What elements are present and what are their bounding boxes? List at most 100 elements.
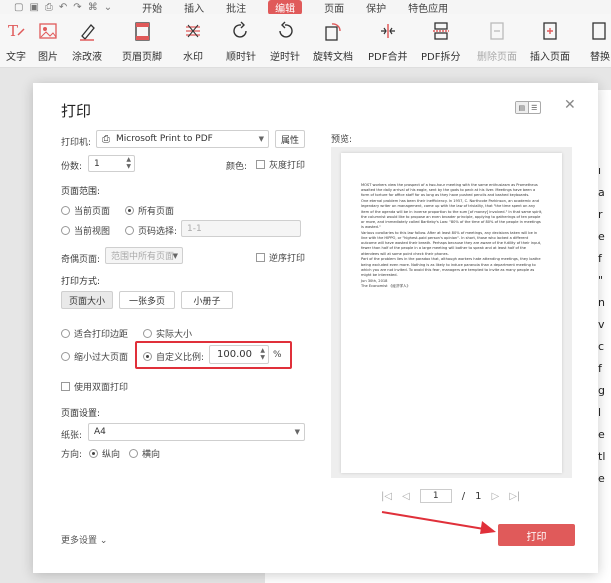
- mode-page-size-button[interactable]: 页面大小: [61, 291, 113, 309]
- copies-stepper[interactable]: 1 ▲ ▼: [88, 155, 135, 172]
- radio-actual-size[interactable]: 实际大小: [143, 327, 192, 340]
- pdf-merge-button[interactable]: PDF合并: [368, 20, 407, 63]
- paper-select[interactable]: A4 ▼: [88, 423, 305, 441]
- pdf-split-button[interactable]: PDF拆分: [421, 20, 460, 63]
- format-painter-icon[interactable]: ⌘: [88, 2, 98, 13]
- duplex-checkbox[interactable]: 使用双面打印: [61, 380, 128, 393]
- undo-icon[interactable]: ↶: [59, 2, 67, 13]
- view-list-icon[interactable]: ☰: [529, 102, 541, 113]
- more-settings-link[interactable]: 更多设置 ⌄: [61, 533, 107, 546]
- save-icon[interactable]: ▣: [29, 2, 38, 13]
- image-icon: [37, 20, 59, 42]
- page-number-input[interactable]: 1: [419, 489, 452, 503]
- view-single-icon[interactable]: ▤: [516, 102, 529, 113]
- grayscale-label: 灰度打印: [269, 161, 306, 171]
- radio-fit-margin[interactable]: 适合打印边距: [61, 327, 128, 340]
- rotate-clockwise-label: 顺时针: [226, 52, 256, 63]
- page-range-input[interactable]: 1-1: [181, 220, 301, 237]
- odd-even-select[interactable]: 范围中所有页面 ▼: [105, 247, 183, 264]
- insert-page-button[interactable]: 插入页面: [530, 20, 570, 63]
- radio-circle[interactable]: [125, 226, 134, 235]
- preview-page: MOST workers view the prospect of a two-…: [341, 153, 562, 473]
- rotate-counterclockwise-label: 逆时针: [270, 52, 300, 63]
- rotate-clockwise-button[interactable]: 顺时针: [226, 20, 256, 63]
- first-page-icon[interactable]: |◁: [381, 491, 392, 502]
- header-footer-button[interactable]: 页眉页脚: [122, 20, 162, 63]
- preview-paragraph: The Economist 《经济学人》: [361, 284, 411, 289]
- checkbox-box[interactable]: [256, 253, 265, 262]
- radio-circle[interactable]: [125, 206, 134, 215]
- image-button[interactable]: 图片: [37, 20, 59, 63]
- menu-insert[interactable]: 插入: [184, 0, 204, 15]
- checkbox-box[interactable]: [256, 160, 265, 169]
- menu-edit[interactable]: 编辑: [268, 0, 303, 15]
- eraser-button[interactable]: 涂改液: [72, 20, 102, 63]
- checkbox-box[interactable]: [61, 382, 70, 391]
- watermark-icon: [182, 20, 204, 42]
- preview-paragraph: Various corollaries to this law follow. …: [361, 230, 542, 256]
- grayscale-checkbox[interactable]: 灰度打印: [256, 158, 305, 171]
- close-icon[interactable]: ✕: [564, 97, 576, 113]
- dropdown-icon[interactable]: ⌄: [104, 2, 112, 13]
- radio-circle[interactable]: [61, 226, 70, 235]
- rotate-document-label: 旋转文档: [313, 52, 353, 63]
- copies-value: 1: [94, 158, 100, 169]
- radio-circle[interactable]: [61, 352, 70, 361]
- radio-shrink-large[interactable]: 缩小过大页面: [61, 350, 128, 363]
- properties-button[interactable]: 属性: [275, 130, 305, 148]
- text-tool-button[interactable]: T 文字: [5, 20, 27, 63]
- preview-area: MOST workers view the prospect of a two-…: [331, 147, 572, 478]
- rotate-document-button[interactable]: 旋转文档: [313, 20, 353, 63]
- mode-booklet-button[interactable]: 小册子: [181, 291, 233, 309]
- menu-comment[interactable]: 批注: [226, 0, 246, 15]
- menu-page[interactable]: 页面: [324, 0, 344, 15]
- doc-char: l: [598, 406, 602, 419]
- radio-portrait[interactable]: 纵向: [89, 447, 120, 460]
- printer-label: 打印机:: [61, 138, 92, 148]
- delete-page-button[interactable]: 删除页面: [477, 20, 517, 63]
- pdf-merge-icon: [377, 20, 399, 42]
- radio-circle[interactable]: [143, 329, 152, 338]
- prev-page-icon[interactable]: ◁: [402, 491, 410, 502]
- next-page-icon[interactable]: ▷: [492, 491, 500, 502]
- radio-current-view[interactable]: 当前视图: [61, 224, 110, 237]
- print-mode-title: 打印方式:: [61, 277, 101, 287]
- menu-special[interactable]: 特色应用: [408, 0, 448, 15]
- radio-circle[interactable]: [61, 206, 70, 215]
- rotate-counterclockwise-button[interactable]: 逆时针: [270, 20, 300, 63]
- color-label: 颜色:: [226, 162, 248, 172]
- delete-page-icon: [486, 20, 508, 42]
- landscape-label: 横向: [142, 450, 161, 460]
- print-icon[interactable]: ⎙: [45, 2, 53, 13]
- reverse-checkbox[interactable]: 逆序打印: [256, 251, 305, 264]
- replace-label: 替换: [590, 52, 610, 63]
- radio-circle[interactable]: [61, 329, 70, 338]
- doc-char: n: [598, 296, 605, 309]
- watermark-button[interactable]: 水印: [182, 20, 204, 63]
- menu-protect[interactable]: 保护: [366, 0, 386, 15]
- radio-circle[interactable]: [129, 449, 138, 458]
- radio-circle[interactable]: [89, 449, 98, 458]
- menu-start[interactable]: 开始: [142, 0, 162, 15]
- printer-value: Microsoft Print to PDF: [116, 134, 213, 144]
- replace-button[interactable]: 替换: [589, 20, 611, 63]
- preview-text: MOST workers view the prospect of a two-…: [361, 183, 543, 290]
- menu-bar: ▢ ▣ ⎙ ↶ ↷ ⌘ ⌄ 开始 插入 批注 编辑 页面 保护 特色应用: [0, 0, 611, 15]
- doc-char: c: [598, 340, 605, 353]
- current-view-label: 当前视图: [74, 227, 111, 237]
- redo-icon[interactable]: ↷: [73, 2, 81, 13]
- printer-select[interactable]: ⎙ Microsoft Print to PDF ▼: [96, 130, 269, 148]
- view-toggle[interactable]: ▤ ☰: [515, 101, 541, 114]
- stepper-arrows-icon[interactable]: ▲ ▼: [126, 156, 131, 170]
- mode-multi-page-button[interactable]: 一张多页: [119, 291, 175, 309]
- radio-page-select[interactable]: 页码选择:: [125, 224, 177, 237]
- image-label: 图片: [38, 52, 58, 63]
- chevron-down-icon: ⌄: [99, 536, 108, 546]
- radio-all-pages[interactable]: 所有页面: [125, 204, 174, 217]
- radio-landscape[interactable]: 横向: [129, 447, 160, 460]
- document-edge-text: ı a r e f " n v c f g l e tl e: [598, 160, 605, 490]
- last-page-icon[interactable]: ▷|: [509, 491, 520, 502]
- print-button[interactable]: 打印: [498, 524, 575, 546]
- radio-current-page[interactable]: 当前页面: [61, 204, 110, 217]
- open-icon[interactable]: ▢: [14, 2, 23, 13]
